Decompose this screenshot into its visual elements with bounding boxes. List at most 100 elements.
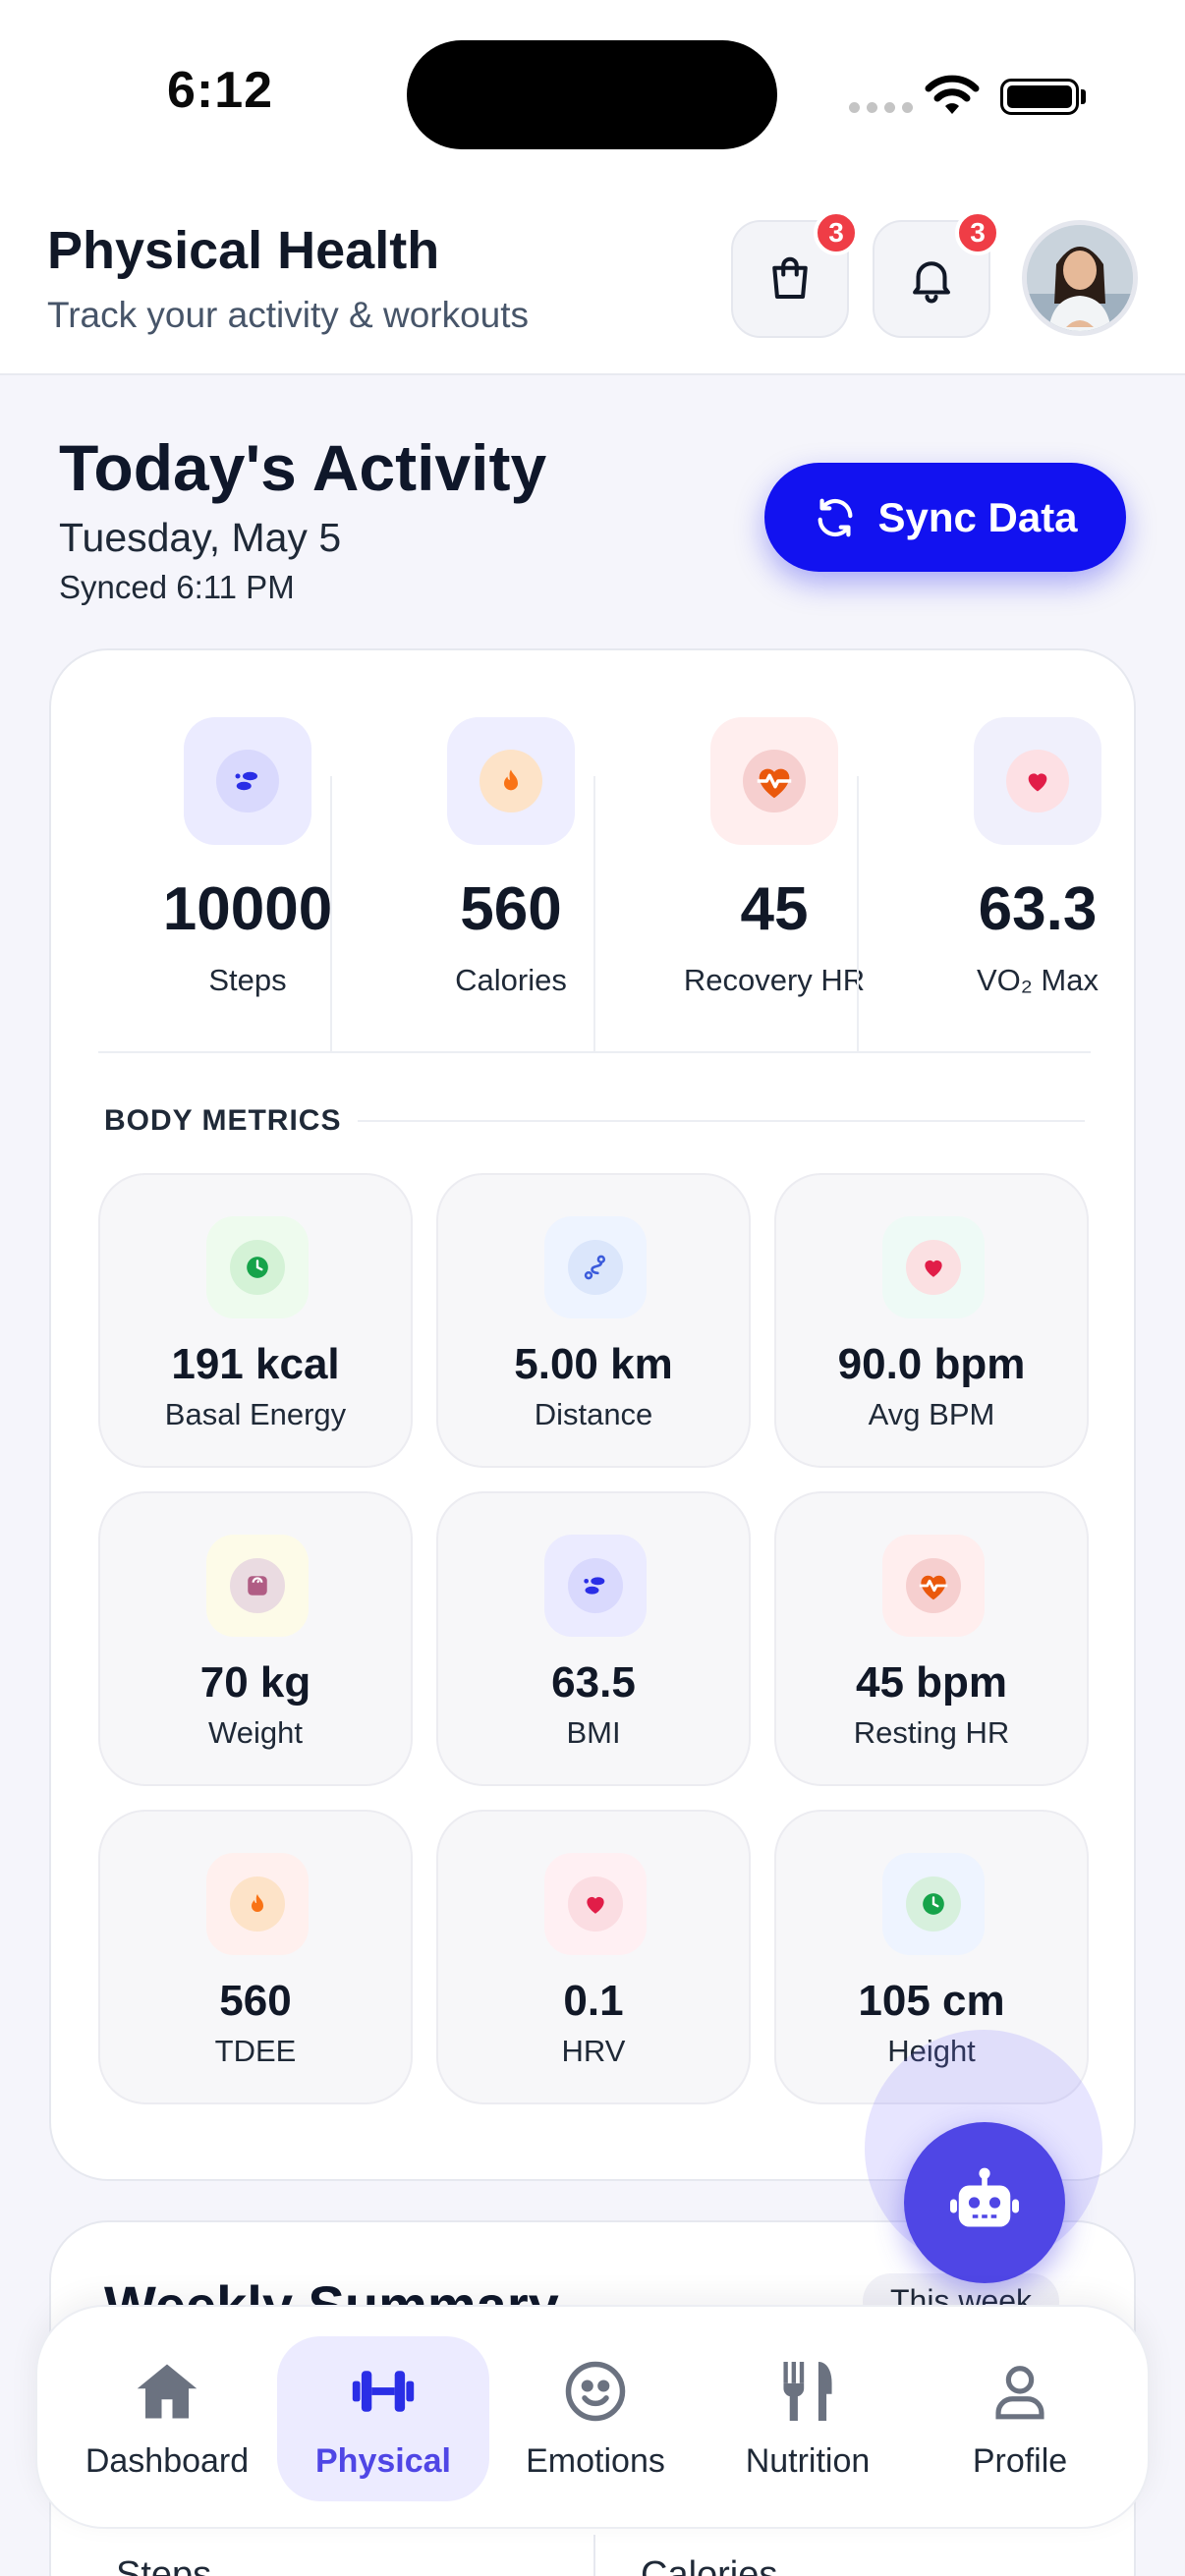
heart-icon <box>544 1853 647 1955</box>
nav-label: Dashboard <box>85 2442 250 2480</box>
divider <box>98 1051 1091 1053</box>
nav-physical[interactable]: Physical <box>277 2336 489 2501</box>
fork-knife-icon <box>702 2354 914 2429</box>
metric-value: 70 kg <box>199 1658 311 1707</box>
section-heading: Today's Activity <box>59 431 547 504</box>
metric-label: TDEE <box>214 2034 297 2068</box>
ai-assistant-button[interactable] <box>904 2122 1065 2283</box>
app-header: Physical Health Track your activity & wo… <box>0 187 1185 375</box>
metric-value: 90.0 bpm <box>837 1340 1026 1388</box>
dynamic-island <box>407 40 777 149</box>
heart-icon <box>974 717 1101 845</box>
stat-value: 560 <box>460 875 562 943</box>
metric-value: 0.1 <box>563 1977 624 2025</box>
nav-label: Profile <box>972 2442 1068 2480</box>
weekly-calories-label: Calories <box>641 2554 778 2576</box>
metric-value: 191 kcal <box>171 1340 340 1388</box>
bell-icon <box>913 261 950 304</box>
bottom-navigation: Dashboard Physical Emotions Nutrition Pr… <box>35 2305 1150 2529</box>
metric-hrv[interactable]: 0.1 HRV <box>436 1810 751 2104</box>
metric-value: 5.00 km <box>514 1340 673 1388</box>
metric-avg-bpm[interactable]: 90.0 bpm Avg BPM <box>774 1173 1089 1468</box>
stat-value: 63.3 <box>978 875 1098 943</box>
stat-label: VO₂ Max <box>977 963 1099 997</box>
activity-card: 10000 Steps 560 Calories 45 Recovery HR <box>49 648 1136 2181</box>
metric-bmi[interactable]: 63.5 BMI <box>436 1491 751 1786</box>
metric-tdee[interactable]: 560 TDEE <box>98 1810 413 2104</box>
nav-dashboard[interactable]: Dashboard <box>61 2336 273 2501</box>
stat-vo2-max[interactable]: 63.3 VO₂ Max <box>906 717 1169 997</box>
battery-cap <box>1081 89 1086 104</box>
metric-label: BMI <box>566 1715 621 1750</box>
sync-status: Synced 6:11 PM <box>59 569 295 605</box>
cart-button[interactable]: 3 <box>731 210 859 338</box>
sync-data-label: Sync Data <box>877 493 1078 540</box>
route-icon <box>544 1216 647 1318</box>
battery-icon <box>1000 79 1079 115</box>
avatar[interactable] <box>1022 220 1138 336</box>
shopping-bag-icon <box>772 256 808 300</box>
heart-pulse-icon <box>882 1535 985 1637</box>
page-subtitle: Track your activity & workouts <box>47 295 530 335</box>
nav-profile[interactable]: Profile <box>914 2336 1126 2501</box>
cart-badge: 3 <box>814 210 859 255</box>
page-title: Physical Health <box>47 221 440 280</box>
stat-value: 45 <box>740 875 809 943</box>
metric-resting-hr[interactable]: 45 bpm Resting HR <box>774 1491 1089 1786</box>
clock-icon <box>882 1853 985 1955</box>
user-photo <box>1027 225 1133 331</box>
divider <box>358 1120 1085 1122</box>
status-bar: 6:12 <box>0 0 1185 187</box>
metric-distance[interactable]: 5.00 km Distance <box>436 1173 751 1468</box>
person-icon <box>914 2354 1126 2429</box>
cellular-signal-icon <box>849 102 913 113</box>
flame-icon <box>447 717 575 845</box>
nav-emotions[interactable]: Emotions <box>489 2336 702 2501</box>
footsteps-icon <box>544 1535 647 1637</box>
clock-icon <box>206 1216 309 1318</box>
sync-data-button[interactable]: Sync Data <box>764 463 1126 572</box>
heart-icon <box>882 1216 985 1318</box>
notifications-button[interactable]: 3 <box>873 210 1000 338</box>
stat-recovery-hr[interactable]: 45 Recovery HR <box>643 717 906 997</box>
refresh-icon <box>818 498 853 536</box>
divider <box>593 2535 595 2576</box>
footsteps-icon <box>184 717 311 845</box>
status-time: 6:12 <box>167 62 274 119</box>
metric-value: 105 cm <box>858 1977 1005 2025</box>
metric-label: Distance <box>534 1397 653 1431</box>
notifications-badge: 3 <box>955 210 1000 255</box>
body-metrics-title: BODY METRICS <box>104 1104 342 1137</box>
home-icon <box>61 2354 273 2429</box>
metric-weight[interactable]: 70 kg Weight <box>98 1491 413 1786</box>
stat-label: Recovery HR <box>683 963 866 997</box>
dumbbell-icon <box>277 2354 489 2429</box>
today-date: Tuesday, May 5 <box>59 515 342 560</box>
metric-label: Weight <box>208 1715 303 1750</box>
robot-icon <box>950 2167 1019 2227</box>
stat-label: Steps <box>208 963 287 997</box>
stat-steps[interactable]: 10000 Steps <box>116 717 379 997</box>
stat-divider <box>330 776 332 1051</box>
metric-value: 560 <box>219 1977 292 2025</box>
stats-row: 10000 Steps 560 Calories 45 Recovery HR <box>51 717 1138 1051</box>
heart-pulse-icon <box>710 717 838 845</box>
stat-value: 10000 <box>162 875 333 943</box>
weekly-steps-label: Steps <box>116 2554 212 2576</box>
metric-value: 63.5 <box>551 1658 636 1707</box>
wifi-icon <box>925 75 980 114</box>
stat-calories[interactable]: 560 Calories <box>379 717 643 997</box>
metric-label: HRV <box>561 2034 626 2068</box>
metric-label: Basal Energy <box>164 1397 347 1431</box>
metric-basal-energy[interactable]: 191 kcal Basal Energy <box>98 1173 413 1468</box>
nav-nutrition[interactable]: Nutrition <box>702 2336 914 2501</box>
stat-divider <box>593 776 595 1051</box>
metric-label: Avg BPM <box>868 1397 995 1431</box>
smiley-icon <box>489 2354 702 2429</box>
stat-label: Calories <box>455 963 567 997</box>
flame-icon <box>206 1853 309 1955</box>
metric-label: Resting HR <box>853 1715 1010 1750</box>
scale-icon <box>206 1535 309 1637</box>
metric-value: 45 bpm <box>855 1658 1008 1707</box>
stat-divider <box>857 776 859 1051</box>
